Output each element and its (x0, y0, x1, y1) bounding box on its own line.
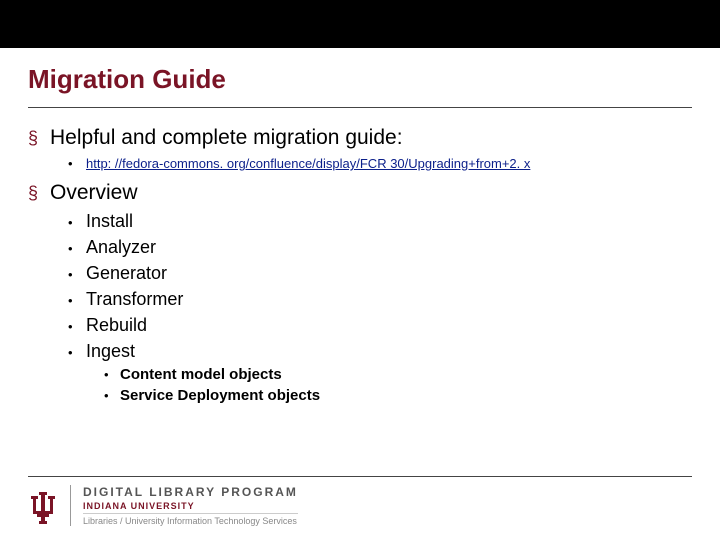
subitem-text: Service Deployment objects (120, 387, 320, 404)
footer-institution: INDIANA UNIVERSITY (83, 499, 298, 514)
dot-bullet-icon: • (68, 319, 86, 334)
bullet-text: Overview (50, 181, 138, 205)
item-text: Ingest (86, 341, 135, 362)
slide-title: Migration Guide (28, 64, 692, 95)
item-text: Analyzer (86, 237, 156, 258)
slide: Migration Guide § Helpful and complete m… (0, 0, 720, 540)
bullet-helpful: § Helpful and complete migration guide: … (28, 126, 692, 171)
dot-bullet-icon: • (68, 241, 86, 256)
list-subitem: •Service Deployment objects (104, 387, 692, 404)
footer-department: Libraries / University Information Techn… (83, 514, 298, 526)
footer-program: DIGITAL LIBRARY PROGRAM (83, 485, 298, 499)
item-text: Install (86, 211, 133, 232)
bullet-text: Helpful and complete migration guide: (50, 126, 403, 150)
bullet-link-item: • http: //fedora-commons. org/confluence… (68, 156, 692, 171)
item-text: Rebuild (86, 315, 147, 336)
list-item: •Rebuild (68, 315, 692, 336)
dot-bullet-icon: • (104, 367, 120, 382)
item-text: Transformer (86, 289, 183, 310)
subitem-text: Content model objects (120, 366, 282, 383)
list-item: •Ingest •Content model objects •Service … (68, 341, 692, 404)
title-wrap: Migration Guide (0, 48, 720, 101)
bullet-overview: § Overview •Install •Analyzer •Generator… (28, 181, 692, 404)
list-item: •Analyzer (68, 237, 692, 258)
list-item: •Generator (68, 263, 692, 284)
bullet-list: § Helpful and complete migration guide: … (28, 126, 692, 404)
dot-bullet-icon: • (68, 215, 86, 230)
dot-bullet-icon: • (68, 267, 86, 282)
content-area: § Helpful and complete migration guide: … (0, 108, 720, 476)
iu-trident-icon (28, 488, 58, 524)
square-bullet-icon: § (28, 128, 50, 149)
dot-bullet-icon: • (68, 345, 86, 360)
dot-bullet-icon: • (104, 388, 120, 403)
migration-link[interactable]: http: //fedora-commons. org/confluence/d… (86, 156, 530, 171)
list-item: •Install (68, 211, 692, 232)
list-subitem: •Content model objects (104, 366, 692, 383)
top-black-bar (0, 0, 720, 48)
footer-text: DIGITAL LIBRARY PROGRAM INDIANA UNIVERSI… (70, 485, 298, 526)
dot-bullet-icon: • (68, 156, 86, 171)
list-item: •Transformer (68, 289, 692, 310)
dot-bullet-icon: • (68, 293, 86, 308)
square-bullet-icon: § (28, 183, 50, 204)
footer: DIGITAL LIBRARY PROGRAM INDIANA UNIVERSI… (28, 476, 692, 526)
item-text: Generator (86, 263, 167, 284)
